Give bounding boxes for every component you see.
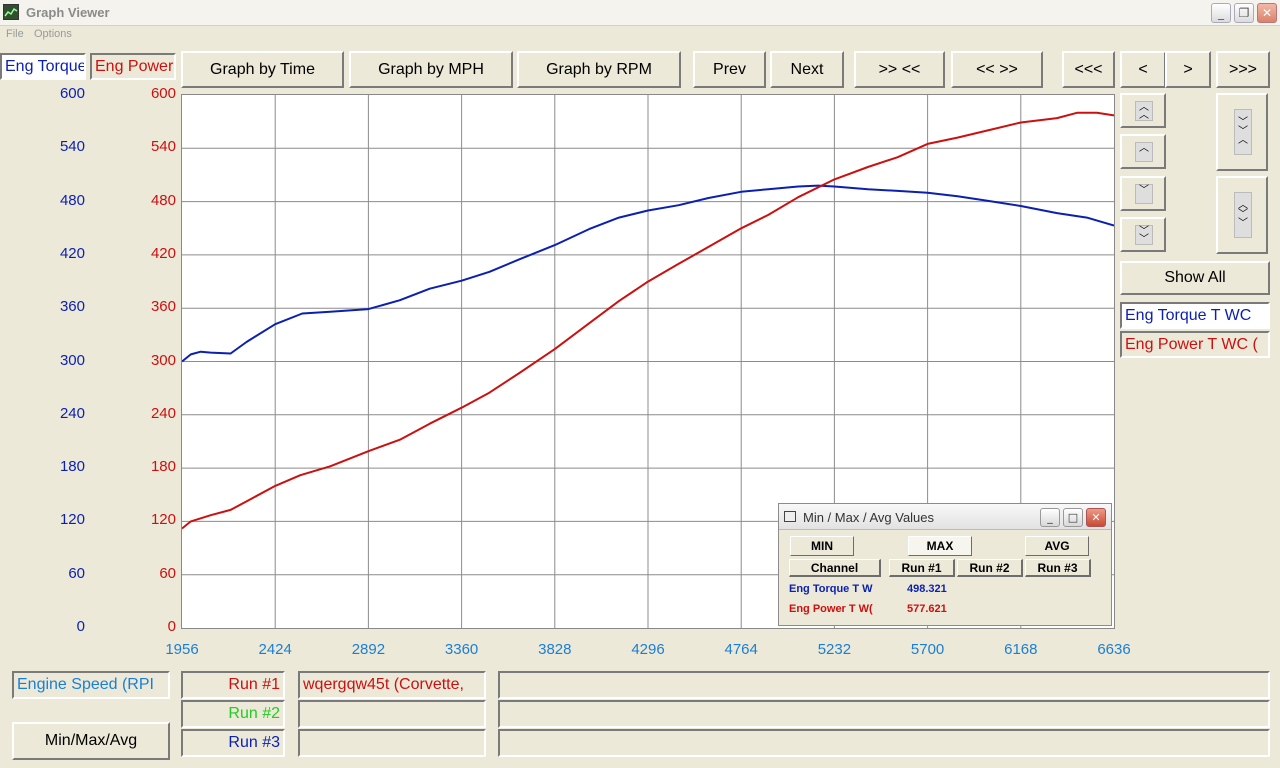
power-legend-label[interactable]: Eng Power T WC ( bbox=[1120, 331, 1270, 358]
run2-label[interactable]: Run #2 bbox=[181, 700, 285, 728]
avg-toggle-button[interactable]: AVG bbox=[1025, 536, 1089, 556]
restore-button[interactable]: ❐ bbox=[1234, 3, 1254, 23]
expand-vertical-button[interactable]: ﹀ ﹀ ︿ bbox=[1216, 93, 1268, 171]
rpm-x-tick-label: 1956 bbox=[165, 641, 199, 658]
channel-column-header: Channel bbox=[789, 559, 881, 577]
prev-button[interactable]: Prev bbox=[693, 51, 766, 88]
torque-legend-label[interactable]: Eng Torque T WC bbox=[1120, 302, 1270, 329]
rpm-x-tick-label: 4296 bbox=[631, 641, 665, 658]
rpm-x-tick-label: 3828 bbox=[538, 641, 572, 658]
scroll-left-button[interactable]: < bbox=[1120, 51, 1166, 88]
run1-label[interactable]: Run #1 bbox=[181, 671, 285, 699]
min-max-avg-dialog: Min / Max / Avg Values _ □ ✕ MIN MAX AVG… bbox=[778, 503, 1112, 626]
power-y-tick-label: 480 bbox=[150, 191, 176, 209]
run1-column-header: Run #1 bbox=[889, 559, 955, 577]
torque-y-tick-label: 180 bbox=[59, 458, 85, 476]
min-max-avg-button[interactable]: Min/Max/Avg bbox=[12, 722, 170, 760]
min-toggle-button[interactable]: MIN bbox=[790, 536, 854, 556]
run2-name-field[interactable] bbox=[298, 700, 486, 728]
torque-y-tick-label: 60 bbox=[68, 564, 85, 582]
double-chevron-down-icon: ﹀ ﹀ bbox=[1135, 225, 1153, 245]
rpm-x-tick-label: 5232 bbox=[817, 641, 852, 658]
power-y-tick-label: 420 bbox=[150, 244, 176, 262]
rpm-x-tick-label: 6636 bbox=[1097, 641, 1131, 658]
chevron-down-icon: ﹀ bbox=[1135, 184, 1153, 204]
run3-name-field[interactable] bbox=[298, 729, 486, 757]
close-button[interactable]: ✕ bbox=[1257, 3, 1277, 23]
dialog-close-button[interactable]: ✕ bbox=[1086, 508, 1106, 527]
run1-name-field[interactable]: wqergqw45t (Corvette, bbox=[298, 671, 486, 699]
power-row-channel: Eng Power T W( bbox=[789, 603, 873, 615]
torque-row-channel: Eng Torque T W bbox=[789, 583, 873, 595]
window-title: Graph Viewer bbox=[26, 5, 110, 20]
rpm-x-tick-label: 4764 bbox=[724, 641, 758, 658]
chevron-up-icon: ︿ bbox=[1135, 142, 1153, 162]
torque-y-tick-label: 300 bbox=[59, 351, 85, 369]
zoom-in-button[interactable]: >> << bbox=[854, 51, 945, 88]
menu-options[interactable]: Options bbox=[34, 28, 72, 40]
power-y-tick-label: 180 bbox=[150, 458, 176, 476]
torque-y-tick-label: 240 bbox=[59, 404, 85, 422]
torque-y-tick-label: 540 bbox=[59, 138, 85, 156]
compress-vertical-button[interactable]: ︿ ﹀ ﹀ bbox=[1216, 176, 1268, 254]
rpm-x-tick-label: 2892 bbox=[351, 641, 386, 658]
torque-y-tick-label: 600 bbox=[59, 85, 85, 102]
scroll-far-left-button[interactable]: <<< bbox=[1062, 51, 1115, 88]
run3-label[interactable]: Run #3 bbox=[181, 729, 285, 757]
torque-y-tick-label: 360 bbox=[59, 298, 85, 316]
double-chevron-up-icon: ︿ ︿ bbox=[1135, 101, 1153, 121]
power-channel-label[interactable]: Eng Power bbox=[90, 53, 176, 80]
app-chart-icon bbox=[3, 4, 19, 20]
power-y-tick-label: 60 bbox=[159, 564, 176, 582]
dialog-minimize-button[interactable]: _ bbox=[1040, 508, 1060, 527]
scroll-down-far-button[interactable]: ﹀ ﹀ bbox=[1120, 217, 1166, 252]
rpm-x-tick-label: 5700 bbox=[910, 641, 945, 658]
graph-by-time-button[interactable]: Graph by Time bbox=[181, 51, 344, 88]
menu-file[interactable]: File bbox=[6, 28, 24, 40]
expand-chevrons-icon: ﹀ ﹀ ︿ bbox=[1234, 109, 1252, 155]
rpm-x-tick-label: 2424 bbox=[258, 641, 292, 658]
torque-y-tick-label: 480 bbox=[59, 191, 85, 209]
power-y-tick-label: 600 bbox=[150, 85, 176, 102]
run3-column-header: Run #3 bbox=[1025, 559, 1091, 577]
power-y-tick-label: 120 bbox=[150, 511, 176, 529]
power-y-tick-label: 0 bbox=[167, 618, 176, 635]
dialog-title-bar[interactable]: Min / Max / Avg Values _ □ ✕ bbox=[779, 504, 1111, 530]
run3-info-field[interactable] bbox=[498, 729, 1270, 757]
zoom-out-button[interactable]: << >> bbox=[951, 51, 1043, 88]
compress-chevrons-icon: ︿ ﹀ ﹀ bbox=[1234, 192, 1252, 238]
run2-column-header: Run #2 bbox=[957, 559, 1023, 577]
rpm-x-tick-label: 6168 bbox=[1004, 641, 1038, 658]
power-y-tick-label: 360 bbox=[150, 298, 176, 316]
torque-y-tick-label: 0 bbox=[76, 618, 85, 635]
scroll-far-right-button[interactable]: >>> bbox=[1216, 51, 1270, 88]
power-row-run1-value: 577.621 bbox=[907, 603, 947, 615]
power-y-tick-label: 540 bbox=[150, 138, 176, 156]
dialog-maximize-button[interactable]: □ bbox=[1063, 508, 1083, 527]
minimize-button[interactable]: _ bbox=[1211, 3, 1231, 23]
torque-y-tick-label: 420 bbox=[59, 244, 85, 262]
torque-row-run1-value: 498.321 bbox=[907, 583, 947, 595]
max-toggle-button[interactable]: MAX bbox=[908, 536, 972, 556]
graph-by-mph-button[interactable]: Graph by MPH bbox=[349, 51, 513, 88]
power-y-tick-label: 300 bbox=[150, 351, 176, 369]
run1-info-field[interactable] bbox=[498, 671, 1270, 699]
run2-info-field[interactable] bbox=[498, 700, 1270, 728]
dialog-folder-icon bbox=[784, 511, 796, 522]
power-y-tick-label: 240 bbox=[150, 404, 176, 422]
rpm-x-tick-label: 3360 bbox=[444, 641, 479, 658]
scroll-up-button[interactable]: ︿ bbox=[1120, 134, 1166, 169]
graph-by-rpm-button[interactable]: Graph by RPM bbox=[517, 51, 681, 88]
dialog-title: Min / Max / Avg Values bbox=[803, 510, 935, 525]
torque-channel-label[interactable]: Eng Torque bbox=[0, 53, 86, 80]
show-all-button[interactable]: Show All bbox=[1120, 261, 1270, 295]
x-axis-channel-selector[interactable]: Engine Speed (RPI bbox=[12, 671, 170, 699]
torque-y-tick-label: 120 bbox=[59, 511, 85, 529]
menu-bar: File Options bbox=[0, 26, 1280, 44]
scroll-right-button[interactable]: > bbox=[1165, 51, 1211, 88]
title-bar: Graph Viewer _ ❐ ✕ bbox=[0, 0, 1280, 26]
scroll-up-far-button[interactable]: ︿ ︿ bbox=[1120, 93, 1166, 128]
next-button[interactable]: Next bbox=[770, 51, 844, 88]
scroll-down-button[interactable]: ﹀ bbox=[1120, 176, 1166, 211]
